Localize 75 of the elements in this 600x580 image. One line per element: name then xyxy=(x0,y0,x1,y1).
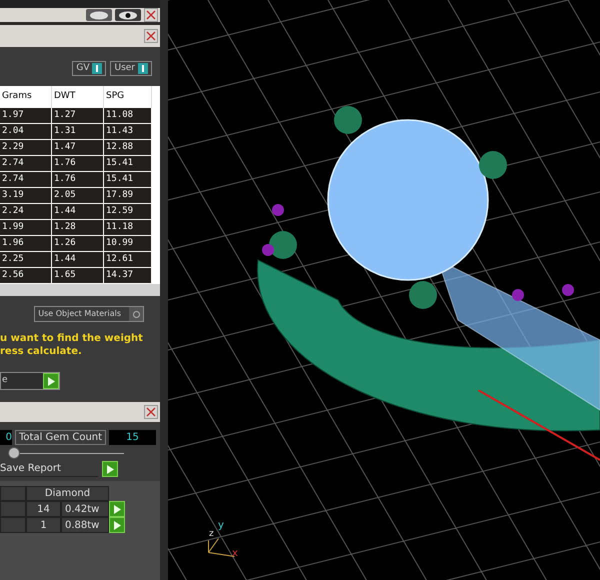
count-field[interactable]: 0 xyxy=(0,430,12,445)
table-cell: 1.47 xyxy=(52,140,104,156)
play-icon xyxy=(106,464,114,474)
table-cell: 11.08 xyxy=(104,108,152,124)
table-cell: 1.76 xyxy=(52,172,104,188)
table-cell: 1.27 xyxy=(52,108,104,124)
close-button[interactable] xyxy=(144,405,158,419)
axis-label: x xyxy=(232,547,238,561)
table-cell: 1.97 xyxy=(0,108,52,124)
eye-icon xyxy=(89,10,109,20)
table-cell: 2.24 xyxy=(0,204,52,220)
table-cell xyxy=(0,501,26,517)
table-cell xyxy=(0,486,26,501)
close-button[interactable] xyxy=(144,29,158,43)
slider-thumb[interactable] xyxy=(8,446,20,458)
table-cell: 1.44 xyxy=(52,252,104,268)
table-cell: 2.05 xyxy=(52,188,104,204)
calculate-field[interactable]: e xyxy=(0,372,60,390)
play-button[interactable] xyxy=(102,461,118,477)
close-icon xyxy=(146,10,156,20)
close-icon xyxy=(146,407,156,417)
table-cell: 0.42tw xyxy=(61,501,109,517)
table-cell: 2.56 xyxy=(0,268,52,284)
toggle-button[interactable]: User xyxy=(110,61,152,76)
hint-text: u want to find the weight xyxy=(0,332,144,345)
play-button[interactable] xyxy=(109,501,125,517)
table-cell: 1.28 xyxy=(52,220,104,236)
toggle-indicator xyxy=(138,63,148,74)
column-header: Diamond xyxy=(26,486,109,501)
table-cell: 1.99 xyxy=(0,220,52,236)
save-report-label: Save Report xyxy=(0,461,98,477)
table-cell: 14 xyxy=(26,501,61,517)
axis-label: z xyxy=(209,528,214,541)
play-button[interactable] xyxy=(43,373,59,389)
table-cell: 14.37 xyxy=(104,268,152,284)
table-cell: 1.96 xyxy=(0,236,52,252)
table-cell: 1.26 xyxy=(52,236,104,252)
table-cell: 3.19 xyxy=(0,188,52,204)
table-cell: 12.88 xyxy=(104,140,152,156)
toggle-button[interactable]: GV xyxy=(72,61,106,76)
total-gem-count-value: 15 xyxy=(109,430,156,445)
close-button[interactable] xyxy=(144,8,158,22)
table-cell: 0.88tw xyxy=(61,517,109,533)
table-cell: 2.74 xyxy=(0,156,52,172)
table-cell: 11.43 xyxy=(104,124,152,140)
table-cell: 12.61 xyxy=(104,252,152,268)
table-cell: 1 xyxy=(26,517,61,533)
table-cell: 15.41 xyxy=(104,156,152,172)
table-cell: 17.89 xyxy=(104,188,152,204)
axis-label: y xyxy=(218,519,224,533)
use-object-materials-button[interactable]: Use Object Materials xyxy=(34,306,144,322)
table-cell: 1.44 xyxy=(52,204,104,220)
table-cell: 1.65 xyxy=(52,268,104,284)
table-cell: 2.29 xyxy=(0,140,52,156)
play-icon xyxy=(48,376,54,386)
table-cell: 2.74 xyxy=(0,172,52,188)
hint-text: ress calculate. xyxy=(0,345,83,358)
table-cell: 11.18 xyxy=(104,220,152,236)
toggle-indicator xyxy=(92,63,102,74)
table-cell: 10.99 xyxy=(104,236,152,252)
eye-toggle[interactable] xyxy=(86,9,112,21)
table-cell xyxy=(0,517,26,533)
play-button[interactable] xyxy=(109,517,125,533)
eye-icon xyxy=(118,10,138,20)
table-cell: 1.76 xyxy=(52,156,104,172)
table-cell: 1.31 xyxy=(52,124,104,140)
horizontal-scrollbar[interactable] xyxy=(0,284,160,296)
eye-toggle[interactable] xyxy=(115,9,141,21)
table-cell: 12.59 xyxy=(104,204,152,220)
table-cell: 2.04 xyxy=(0,124,52,140)
table-cell: 15.41 xyxy=(104,172,152,188)
total-gem-count-label: Total Gem Count xyxy=(15,430,106,445)
axis-lines-icon xyxy=(208,538,234,556)
table-cell: 2.25 xyxy=(0,252,52,268)
close-icon xyxy=(146,31,156,41)
